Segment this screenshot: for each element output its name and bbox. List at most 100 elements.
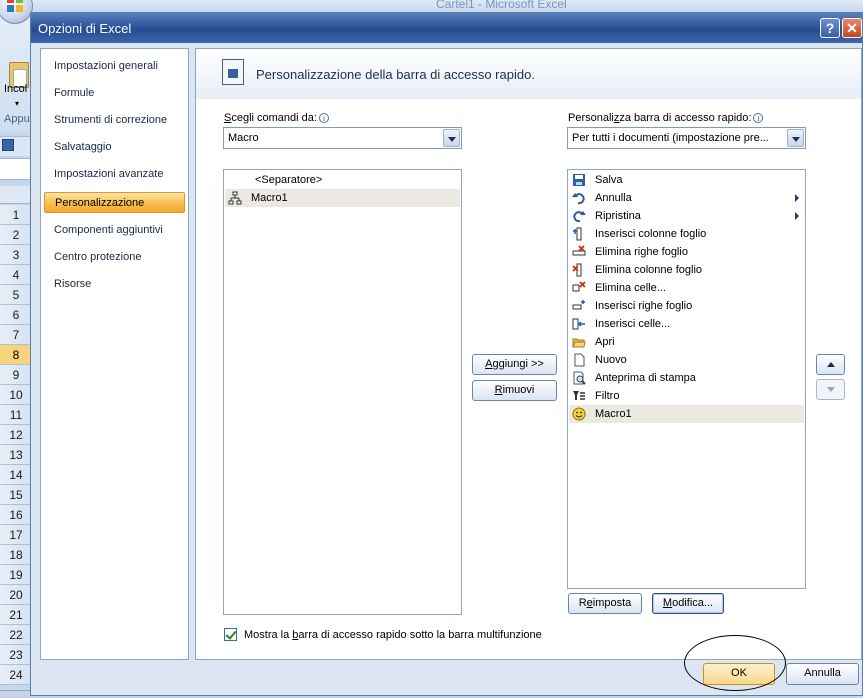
- row-header[interactable]: 7: [0, 325, 32, 345]
- info-icon[interactable]: i: [318, 113, 329, 123]
- help-icon[interactable]: ?: [820, 18, 840, 38]
- add-button[interactable]: Aggiungi >>: [472, 354, 557, 375]
- highlight-ellipse: [684, 635, 786, 691]
- list-item[interactable]: Annulla: [569, 189, 804, 207]
- dialog-title-bar[interactable]: Opzioni di Excel ? ✕: [31, 13, 862, 43]
- available-commands-list[interactable]: <Separatore> Macro1: [223, 169, 462, 615]
- list-item-label: Annulla: [595, 192, 632, 204]
- office-logo-icon: [7, 0, 23, 12]
- list-item[interactable]: Anteprima di stampa: [569, 369, 804, 387]
- clipboard-group-label: Appu: [4, 113, 30, 125]
- list-item-label: Filtro: [595, 390, 620, 402]
- list-item[interactable]: Elimina righe foglio: [569, 243, 804, 261]
- paste-label[interactable]: Incol: [4, 83, 27, 95]
- list-item[interactable]: Elimina celle...: [569, 279, 804, 297]
- row-header[interactable]: 11: [0, 405, 32, 425]
- nav-item[interactable]: Salvataggio: [44, 137, 185, 158]
- cancel-button[interactable]: Annulla: [786, 663, 859, 685]
- open-folder-icon: [572, 335, 586, 349]
- delete-rows-icon: [572, 245, 586, 259]
- list-item[interactable]: Filtro: [569, 387, 804, 405]
- list-item-label: Ripristina: [595, 210, 641, 222]
- save-icon[interactable]: [2, 139, 14, 151]
- choose-commands-combo[interactable]: Macro: [223, 127, 462, 149]
- nav-item[interactable]: Personalizzazione: [44, 192, 185, 213]
- row-header[interactable]: 21: [0, 605, 32, 625]
- quick-access-toolbar-icon: [222, 59, 244, 85]
- row-header[interactable]: 24: [0, 665, 32, 685]
- panel-title: Personalizzazione della barra di accesso…: [256, 67, 535, 82]
- row-header[interactable]: 18: [0, 545, 32, 565]
- redo-icon: [572, 209, 586, 223]
- list-item[interactable]: Apri: [569, 333, 804, 351]
- toolbar-commands-list[interactable]: Salva Annulla Ripristina Inserisci colonne …: [567, 169, 806, 589]
- nav-item[interactable]: Impostazioni generali: [44, 56, 185, 77]
- row-header[interactable]: 1: [0, 205, 32, 225]
- delete-cells-icon: [572, 281, 586, 295]
- chevron-down-icon[interactable]: [443, 129, 460, 147]
- list-item[interactable]: Inserisci colonne foglio: [569, 225, 804, 243]
- row-header[interactable]: 6: [0, 305, 32, 325]
- row-header[interactable]: 16: [0, 505, 32, 525]
- show-below-ribbon-label[interactable]: Mostra la barra di accesso rapido sotto …: [244, 629, 542, 641]
- select-all-corner[interactable]: [0, 186, 32, 204]
- nav-item[interactable]: Centro protezione: [44, 247, 185, 268]
- chevron-down-icon[interactable]: [787, 129, 804, 147]
- choose-commands-value: Macro: [228, 132, 259, 144]
- excel-ribbon-fragment: Incol ▾ Appu: [0, 12, 32, 132]
- chevron-right-icon: [795, 194, 799, 202]
- nav-item[interactable]: Formule: [44, 83, 185, 104]
- insert-cells-icon: [572, 317, 586, 331]
- row-header[interactable]: 4: [0, 265, 32, 285]
- list-item[interactable]: Macro1: [569, 405, 804, 423]
- arrow-down-icon: [827, 387, 835, 392]
- row-header[interactable]: 14: [0, 465, 32, 485]
- list-item-label: Inserisci colonne foglio: [595, 228, 707, 240]
- nav-item[interactable]: Componenti aggiuntivi: [44, 220, 185, 241]
- reset-button[interactable]: Reimposta: [568, 593, 642, 614]
- panel-header: Personalizzazione della barra di accesso…: [196, 49, 861, 99]
- nav-item[interactable]: Impostazioni avanzate: [44, 164, 185, 185]
- row-header[interactable]: 19: [0, 565, 32, 585]
- row-header[interactable]: 9: [0, 365, 32, 385]
- info-icon[interactable]: i: [753, 113, 764, 123]
- row-header[interactable]: 20: [0, 585, 32, 605]
- list-item-label: Anteprima di stampa: [595, 372, 696, 384]
- filter-icon: [572, 389, 586, 403]
- row-header[interactable]: 8: [0, 345, 32, 365]
- list-item[interactable]: Inserisci celle...: [569, 315, 804, 333]
- remove-button[interactable]: Rimuovi: [472, 380, 557, 401]
- customize-toolbar-combo[interactable]: Per tutti i documenti (impostazione pre.…: [567, 127, 806, 149]
- row-header[interactable]: 17: [0, 525, 32, 545]
- formula-bar[interactable]: [0, 158, 32, 180]
- row-header[interactable]: 5: [0, 285, 32, 305]
- row-header[interactable]: 22: [0, 625, 32, 645]
- row-header[interactable]: 2: [0, 225, 32, 245]
- move-down-button: [816, 379, 845, 400]
- customize-toolbar-value: Per tutti i documenti (impostazione pre.…: [572, 132, 769, 144]
- customize-panel: Personalizzazione della barra di accesso…: [195, 48, 862, 660]
- row-header[interactable]: 12: [0, 425, 32, 445]
- list-item[interactable]: <Separatore>: [225, 171, 460, 189]
- undo-icon: [572, 191, 586, 205]
- insert-columns-icon: [572, 227, 586, 241]
- nav-item[interactable]: Risorse: [44, 274, 185, 295]
- none-icon: [228, 173, 242, 187]
- nav-item[interactable]: Strumenti di correzione: [44, 110, 185, 131]
- list-item-label: Elimina celle...: [595, 282, 666, 294]
- list-item[interactable]: Elimina colonne foglio: [569, 261, 804, 279]
- list-item[interactable]: Macro1: [225, 189, 460, 207]
- show-below-ribbon-checkbox[interactable]: [224, 628, 237, 641]
- list-item[interactable]: Ripristina: [569, 207, 804, 225]
- list-item[interactable]: Salva: [569, 171, 804, 189]
- row-header[interactable]: 15: [0, 485, 32, 505]
- close-icon[interactable]: ✕: [842, 18, 862, 38]
- list-item[interactable]: Inserisci righe foglio: [569, 297, 804, 315]
- modify-button[interactable]: Modifica...: [652, 593, 724, 614]
- row-header[interactable]: 13: [0, 445, 32, 465]
- list-item[interactable]: Nuovo: [569, 351, 804, 369]
- row-header[interactable]: 10: [0, 385, 32, 405]
- move-up-button[interactable]: [816, 354, 845, 375]
- row-header[interactable]: 23: [0, 645, 32, 665]
- row-header[interactable]: 3: [0, 245, 32, 265]
